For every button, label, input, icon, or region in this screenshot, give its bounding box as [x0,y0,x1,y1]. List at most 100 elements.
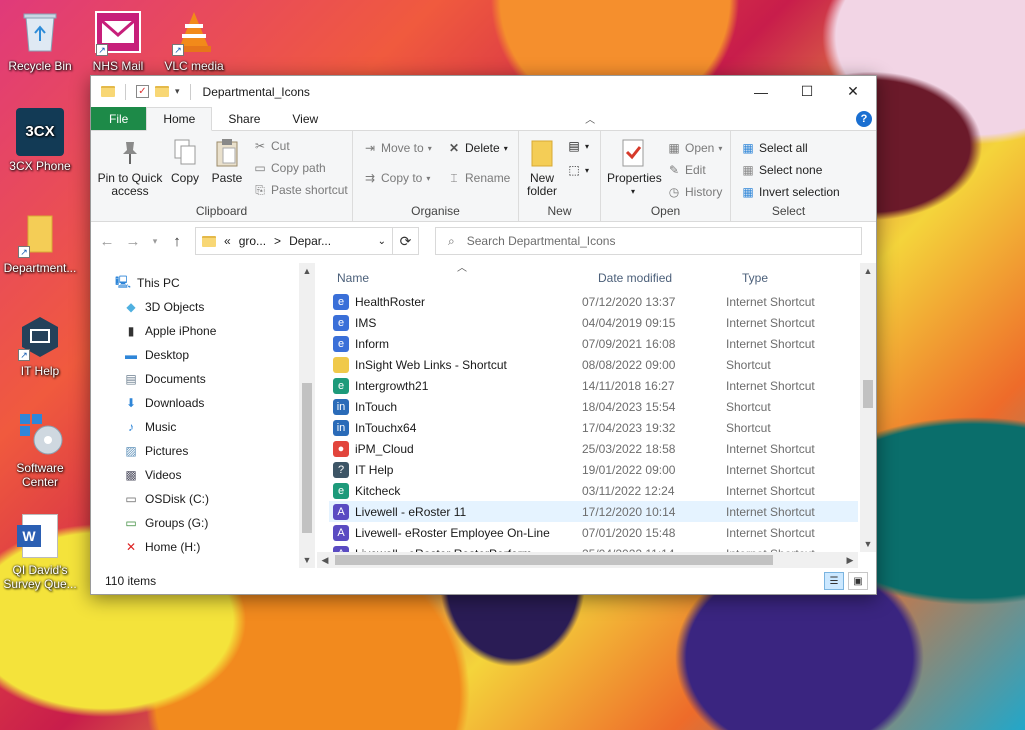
back-arrow-icon[interactable]: ← [99,233,115,250]
nav-item-osdisk-c[interactable]: ▭ OSDisk (C:) [115,487,317,511]
nav-item-documents[interactable]: ▤ Documents [115,367,317,391]
desktop-icon-3cx-phone[interactable]: 3CX 3CX Phone [0,108,80,173]
nav-item-downloads[interactable]: ⬇ Downloads [115,391,317,415]
file-row[interactable]: A Livewell - eRoster 11 17/12/2020 10:14 In… [329,501,858,522]
nav-item-apple-iphone[interactable]: ▮ Apple iPhone [115,319,317,343]
select-all-button[interactable]: ▦ Select all [741,141,807,155]
scroll-up-icon[interactable]: ▲ [860,263,876,279]
column-type[interactable]: Type [742,271,768,285]
breadcrumb-departmental[interactable]: Depar... [289,234,331,248]
column-date-modified[interactable]: Date modified [598,271,672,285]
file-type: Internet Shortcut [726,525,815,540]
file-row[interactable]: ● iPM_Cloud 25/03/2022 18:58 Internet Short… [329,438,858,459]
nav-item-home-h[interactable]: ✕ Home (H:) [115,535,317,559]
quick-access-toolbar: ✓ ▾ [101,83,195,100]
minimize-button[interactable]: — [738,77,784,107]
address-dropdown-chevron-icon[interactable]: ⌄ [378,236,386,247]
column-name[interactable]: Name [337,271,369,285]
maximize-button[interactable]: ☐ [784,77,830,107]
scroll-left-icon[interactable]: ◀ [317,552,333,568]
file-row[interactable]: e Intergrowth21 14/11/2018 16:27 Internet S… [329,375,858,396]
tab-file[interactable]: File [91,107,147,130]
nav-item-this-pc[interactable]: 🖳 This PC [115,271,317,295]
pin-quick-access-button[interactable]: Pin to Quick access [97,137,163,198]
invert-selection-button[interactable]: ▦ Invert selection [741,185,839,199]
file-type: Internet Shortcut [726,441,815,456]
help-button[interactable]: ? [856,110,872,127]
properties-check-icon[interactable]: ✓ [136,85,149,98]
copy-path-button[interactable]: ▭ Copy path [253,161,325,175]
desktop-icon-nhs-mail[interactable]: ↗ NHS Mail [78,8,158,73]
desktop-icon-it-help[interactable]: ↗ IT Help [0,313,80,378]
breadcrumb-groups[interactable]: gro... [239,234,266,248]
nav-item-videos[interactable]: ▩ Videos [115,463,317,487]
details-view-icon[interactable]: ☰ [824,572,844,590]
title-bar[interactable]: ✓ ▾ Departmental_Icons — ☐ ✕ [91,76,876,107]
tab-share[interactable]: Share [212,107,276,130]
address-bar[interactable]: « gro... > Depar... ⌄ [195,227,393,255]
edit-icon: ✎ [668,163,680,177]
tab-view[interactable]: View [276,107,334,130]
scrollbar-thumb[interactable] [335,555,773,565]
properties-button[interactable]: Properties ▾ [607,137,662,198]
open-button[interactable]: ▦ Open ▾ [667,141,722,155]
scroll-down-icon[interactable]: ▼ [299,552,315,568]
forward-arrow-icon[interactable]: → [125,233,141,250]
scrollbar-thumb[interactable] [302,383,312,533]
copy-button[interactable]: Copy [167,137,203,185]
easy-access-button[interactable]: ⬚ ▾ [567,163,589,177]
horizontal-scrollbar[interactable]: ◀ ▶ [317,552,858,568]
scroll-right-icon[interactable]: ▶ [842,552,858,568]
desktop-icon-word-document[interactable]: W QI David's Survey Que... [0,512,80,591]
nav-item-3d-objects[interactable]: ◆ 3D Objects [115,295,317,319]
recent-locations-chevron-icon[interactable]: ▾ [151,236,159,247]
desktop-icon-recycle-bin[interactable]: Recycle Bin [0,8,80,73]
file-row[interactable]: in InTouch 18/04/2023 15:54 Shortcut [329,396,858,417]
paste-button[interactable]: Paste [209,137,245,185]
file-row[interactable]: ? IT Help 19/01/2022 09:00 Internet Shortcu… [329,459,858,480]
refresh-icon[interactable]: ⟳ [393,227,419,255]
file-row[interactable]: InSight Web Links - Shortcut 08/08/2022 0… [329,354,858,375]
file-row[interactable]: A Livewell- eRoster Employee On-Line 07/01… [329,522,858,543]
up-arrow-icon[interactable]: ↑ [169,233,185,250]
desktop-icon-vlc[interactable]: ↗ VLC media [154,8,234,73]
nav-item-pictures[interactable]: ▨ Pictures [115,439,317,463]
select-all-icon: ▦ [742,141,754,155]
customize-qa-chevron-icon[interactable]: ▾ [175,86,180,97]
new-item-button[interactable]: ▤ ▾ [567,139,589,153]
large-icons-view-icon[interactable]: ▣ [848,572,868,590]
desktop-icon-software-center[interactable]: Software Center [0,410,80,489]
cut-button[interactable]: ✂ Cut [253,139,290,153]
scrollbar-thumb[interactable] [863,380,873,408]
scroll-down-icon[interactable]: ▼ [860,536,876,552]
rename-button[interactable]: ⌶ Rename [447,171,510,186]
move-to-button[interactable]: ⇥ Move to ▾ [363,141,432,155]
file-row[interactable]: in InTouchx64 17/04/2023 19:32 Shortcut [329,417,858,438]
nav-item-label: Videos [145,468,182,482]
documents-icon: ▤ [125,372,137,386]
paste-shortcut-button[interactable]: ⎘ Paste shortcut [253,183,348,198]
history-button[interactable]: ◷ History [667,185,723,199]
file-row[interactable]: e HealthRoster 07/12/2020 13:37 Internet Sh… [329,291,858,312]
file-row[interactable]: e Kitcheck 03/11/2022 12:24 Internet Shortc… [329,480,858,501]
nav-item-desktop[interactable]: ▬ Desktop [115,343,317,367]
new-folder-button[interactable]: New folder [525,137,559,198]
3cx-phone-icon: 3CX [16,108,64,156]
select-none-button[interactable]: ▦ Select none [741,163,822,177]
new-folder-icon[interactable] [155,86,169,97]
tab-home[interactable]: Home [146,107,213,131]
nav-scrollbar[interactable]: ▲ ▼ [299,263,315,568]
nav-item-music[interactable]: ♪ Music [115,415,317,439]
file-row[interactable]: e IMS 04/04/2019 09:15 Internet Shortcut [329,312,858,333]
search-input[interactable]: ⌕ Search Departmental_Icons [435,227,862,255]
file-list-scrollbar[interactable]: ▲ ▼ [860,263,876,552]
desktop-icon-departmental[interactable]: ↗ Department... [0,210,80,275]
close-button[interactable]: ✕ [830,77,876,107]
edit-button[interactable]: ✎ Edit [667,163,706,177]
copy-to-button[interactable]: ⇉ Copy to ▾ [363,171,430,185]
nav-item-groups-g[interactable]: ▭ Groups (G:) [115,511,317,535]
file-row[interactable]: e Inform 07/09/2021 16:08 Internet Shortcut [329,333,858,354]
minimize-ribbon-chevron-icon[interactable]: ︿ [585,111,595,126]
delete-button[interactable]: ✕ Delete ▾ [447,141,508,155]
scroll-up-icon[interactable]: ▲ [299,263,315,279]
